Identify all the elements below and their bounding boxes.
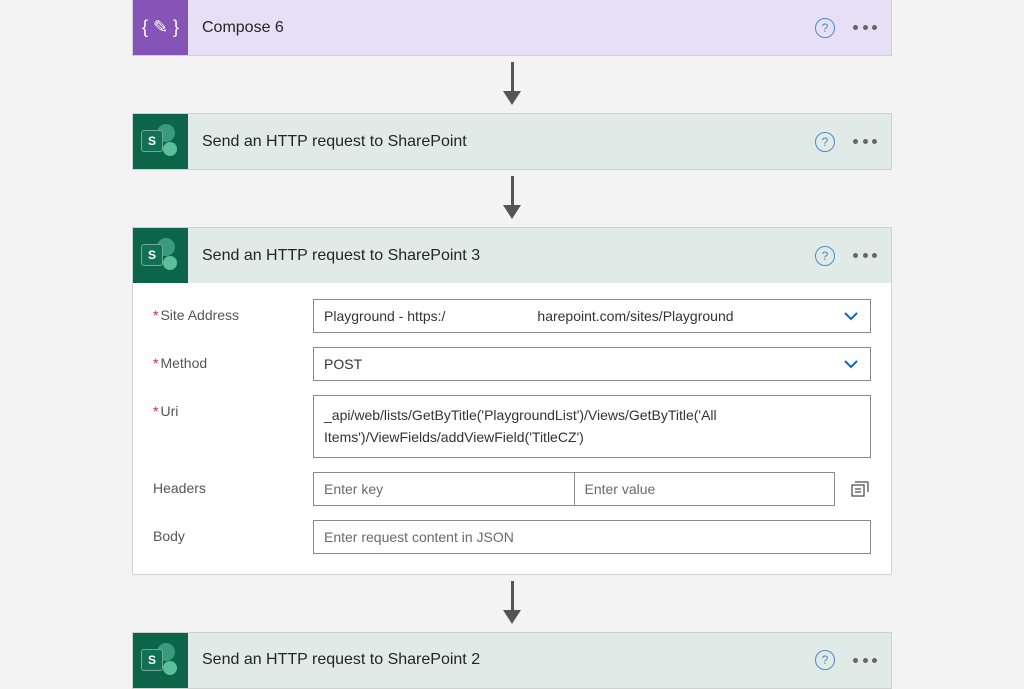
sharepoint-action-2-header[interactable]: S Send an HTTP request to SharePoint 2 ? xyxy=(133,633,891,688)
sharepoint-action-3-title: Send an HTTP request to SharePoint 3 xyxy=(202,247,815,265)
sharepoint-action-3-card: S Send an HTTP request to SharePoint 3 ?… xyxy=(132,227,892,575)
sharepoint-action-2-title: Send an HTTP request to SharePoint 2 xyxy=(202,651,815,669)
more-menu-button[interactable] xyxy=(851,139,879,144)
help-icon[interactable]: ? xyxy=(815,650,835,670)
text-mode-icon[interactable] xyxy=(849,481,871,497)
header-key-input[interactable]: Enter key xyxy=(313,472,574,506)
help-icon[interactable]: ? xyxy=(815,18,835,38)
site-address-label: *Site Address xyxy=(153,299,313,323)
headers-row: Headers Enter key Enter value xyxy=(153,472,871,506)
compose-icon: { ✎ } xyxy=(133,0,188,55)
sharepoint-icon: S xyxy=(133,633,188,688)
header-value-input[interactable]: Enter value xyxy=(574,472,836,506)
sharepoint-action-1-header[interactable]: S Send an HTTP request to SharePoint ? xyxy=(133,114,891,169)
body-label: Body xyxy=(153,520,313,544)
flow-arrow xyxy=(503,581,521,624)
body-input[interactable]: Enter request content in JSON xyxy=(313,520,871,554)
chevron-down-icon xyxy=(842,307,860,325)
compose-header[interactable]: { ✎ } Compose 6 ? xyxy=(133,0,891,55)
flow-arrow xyxy=(503,62,521,105)
more-menu-button[interactable] xyxy=(851,253,879,258)
site-address-row: *Site Address Playground - https:/ harepo… xyxy=(153,299,871,333)
method-row: *Method POST xyxy=(153,347,871,381)
method-select[interactable]: POST xyxy=(313,347,871,381)
more-menu-button[interactable] xyxy=(851,658,879,663)
chevron-down-icon xyxy=(842,355,860,373)
site-address-suffix: harepoint.com/sites/Playground xyxy=(537,308,733,324)
site-address-prefix: Playground - https:/ xyxy=(324,308,445,324)
uri-input[interactable]: _api/web/lists/GetByTitle('PlaygroundLis… xyxy=(313,395,871,458)
sharepoint-action-2-card[interactable]: S Send an HTTP request to SharePoint 2 ? xyxy=(132,632,892,689)
sharepoint-action-3-body: *Site Address Playground - https:/ harepo… xyxy=(133,283,891,574)
method-value: POST xyxy=(324,356,362,372)
compose-title: Compose 6 xyxy=(202,19,815,37)
uri-label: *Uri xyxy=(153,395,313,419)
uri-row: *Uri _api/web/lists/GetByTitle('Playgrou… xyxy=(153,395,871,458)
sharepoint-icon: S xyxy=(133,228,188,283)
site-address-select[interactable]: Playground - https:/ harepoint.com/sites/… xyxy=(313,299,871,333)
compose-action-card[interactable]: { ✎ } Compose 6 ? xyxy=(132,0,892,56)
sharepoint-action-1-card[interactable]: S Send an HTTP request to SharePoint ? xyxy=(132,113,892,170)
help-icon[interactable]: ? xyxy=(815,132,835,152)
body-row: Body Enter request content in JSON xyxy=(153,520,871,554)
sharepoint-action-3-header[interactable]: S Send an HTTP request to SharePoint 3 ? xyxy=(133,228,891,283)
more-menu-button[interactable] xyxy=(851,25,879,30)
sharepoint-icon: S xyxy=(133,114,188,169)
headers-label: Headers xyxy=(153,472,313,496)
help-icon[interactable]: ? xyxy=(815,246,835,266)
method-label: *Method xyxy=(153,347,313,371)
sharepoint-action-1-title: Send an HTTP request to SharePoint xyxy=(202,133,815,151)
flow-arrow xyxy=(503,176,521,219)
